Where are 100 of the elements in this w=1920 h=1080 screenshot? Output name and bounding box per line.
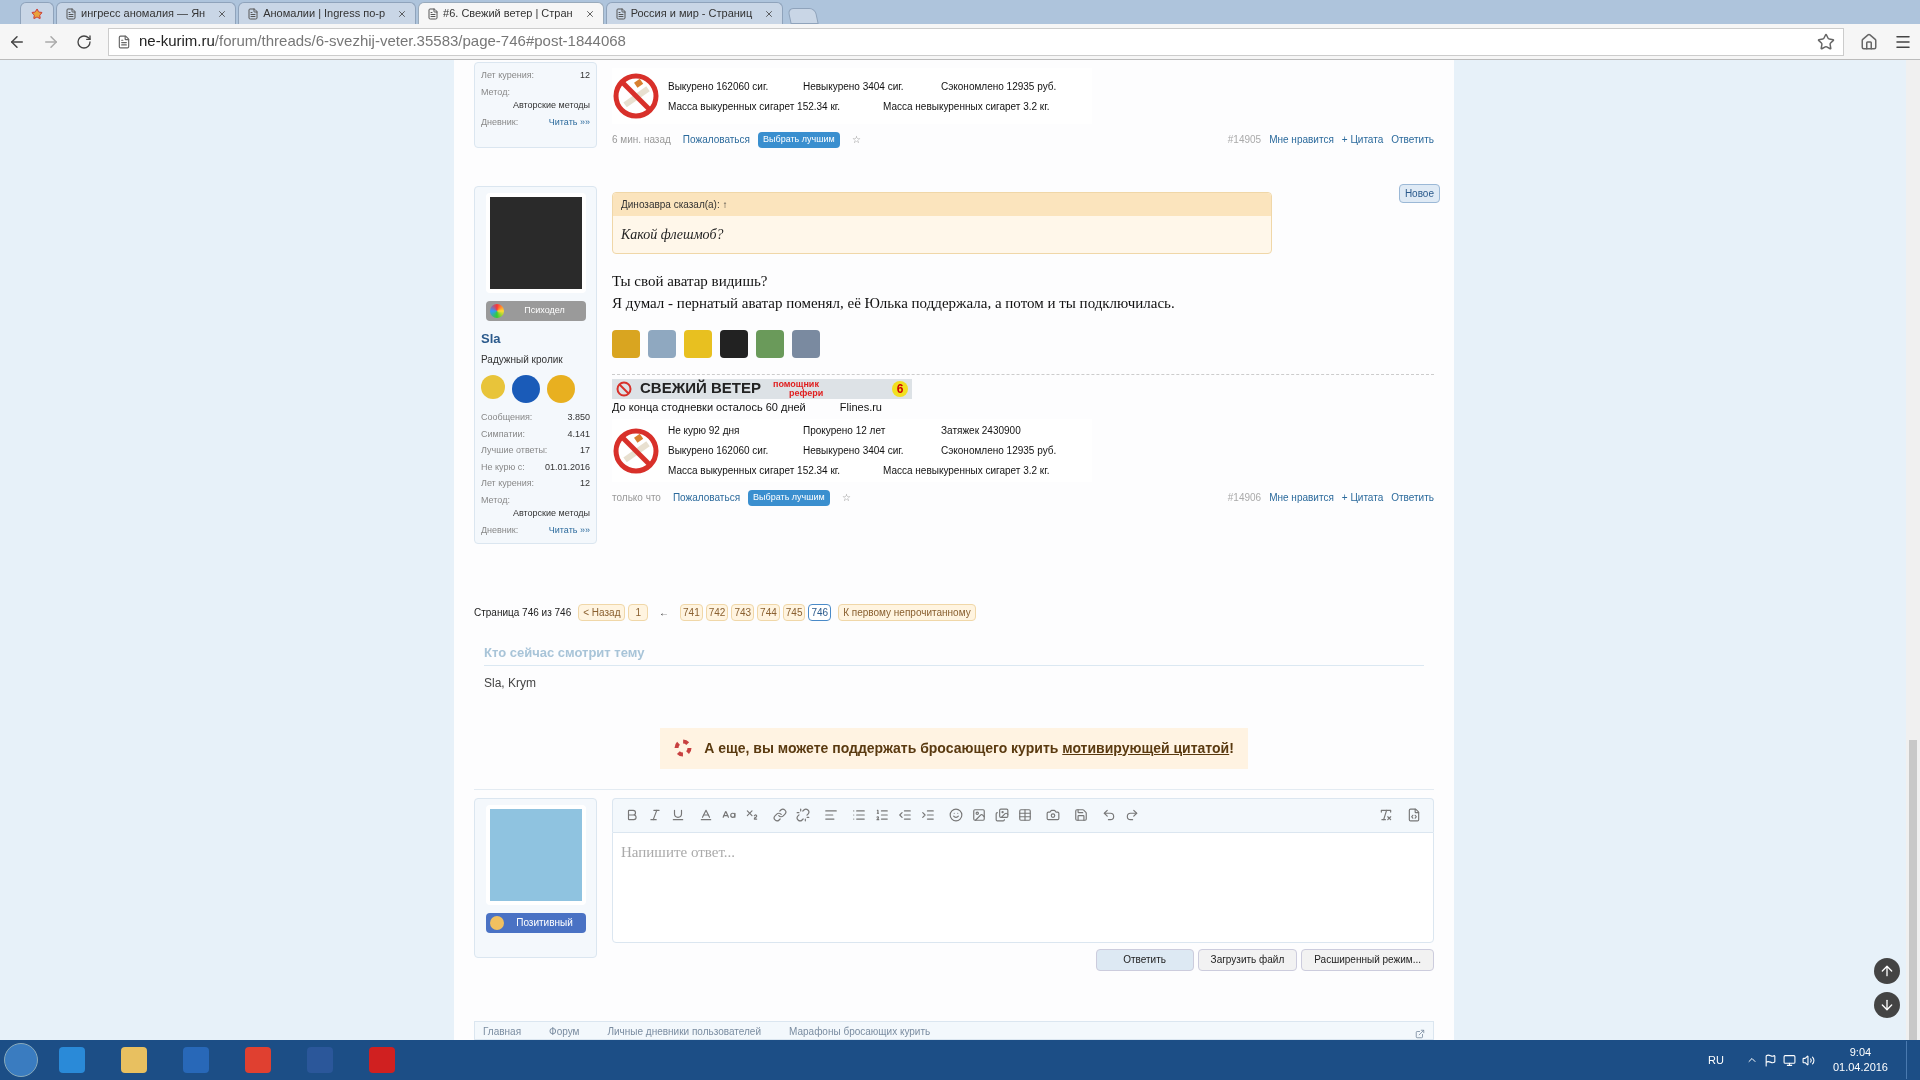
message-text: Ты свой аватар видишь? (612, 271, 769, 291)
toolbar-icon[interactable] (1046, 808, 1060, 822)
footer-link[interactable]: Марафоны бросающих курить (789, 1024, 931, 1039)
toolbar-icon[interactable] (824, 808, 838, 822)
page-button[interactable]: 745 (782, 604, 806, 621)
editor-button[interactable]: Расширенный режим... (1301, 948, 1434, 971)
quote-text: Какой флешмоб? (620, 225, 725, 244)
report-link[interactable]: Пожаловаться (682, 132, 750, 148)
footer-link[interactable]: Личные дневники пользователей (607, 1024, 761, 1039)
first-unread-button[interactable]: К первому непрочитанному (838, 604, 976, 621)
home-button[interactable] (1860, 32, 1878, 51)
stat-label: Лет курения: (481, 69, 535, 82)
close-icon[interactable] (764, 8, 775, 19)
toolbar-icon[interactable] (1102, 808, 1116, 822)
browser-tab[interactable] (20, 2, 54, 24)
rank-badge: Позитивный (485, 912, 586, 933)
clear-format-icon[interactable] (1379, 808, 1393, 822)
footer-link[interactable]: Главная (483, 1024, 522, 1039)
stat-label: Симпатии: (481, 427, 526, 441)
toolbar-icon[interactable] (949, 808, 963, 822)
tab-title: Аномалии | Ingress по-р (263, 6, 386, 22)
toolbar-icon[interactable] (1125, 808, 1139, 822)
toolbar-icon[interactable] (745, 808, 759, 822)
toolbar-icon[interactable] (852, 808, 866, 822)
star-button[interactable]: ☆ (851, 132, 861, 148)
ellipsis-arrow: ← (659, 606, 670, 620)
close-icon[interactable] (217, 8, 228, 19)
scroll-bottom-button[interactable] (1874, 992, 1900, 1018)
toolbar-icon[interactable] (898, 808, 912, 822)
toolbar-icon[interactable] (671, 808, 685, 822)
page-button[interactable]: 744 (757, 604, 780, 621)
toolbar-icon[interactable] (875, 808, 889, 822)
banner-subtitle: рефери (788, 388, 824, 398)
clock-date: 01.04.2016 (1832, 1060, 1888, 1075)
viewers-names: Sla, Krym (484, 674, 537, 692)
no-smoking-icon (616, 380, 632, 397)
user-title: Радужный кролик (481, 353, 564, 367)
page-button[interactable]: 741 (680, 604, 703, 621)
toolbar-icon[interactable] (648, 808, 662, 822)
quote-link[interactable]: + Цитата (1341, 490, 1384, 506)
like-link[interactable]: Мне нравится (1269, 132, 1334, 148)
start-button[interactable] (4, 1043, 38, 1077)
quote-link[interactable]: + Цитата (1341, 132, 1384, 148)
prev-page-button[interactable]: < Назад (578, 604, 626, 621)
star-icon (31, 7, 43, 20)
reply-link[interactable]: Ответить (1391, 490, 1434, 506)
star-button[interactable]: ☆ (841, 490, 851, 506)
browser-tab[interactable]: ингресс аномалия — Ян (56, 2, 237, 24)
signature-stat: Невыкурено 3404 сиг. (803, 79, 905, 94)
page-button[interactable]: 742 (705, 604, 729, 621)
diary-link[interactable]: Читать »» (548, 115, 590, 129)
diary-link[interactable]: Читать »» (548, 523, 590, 537)
url-field[interactable]: ne-kurim.ru/forum/threads/6-svezhij-veter.35583/page-746#post-1844068 (108, 27, 1844, 56)
award-image (648, 329, 676, 358)
close-icon[interactable] (397, 8, 408, 19)
banner-subtitle: помощник (772, 379, 819, 389)
toolbar-icon[interactable] (625, 808, 639, 822)
message-text: Я думал - пернатый аватар поменял, её Юлька поддержала, а потом и ты подключилась. (612, 293, 1176, 313)
stat-label: Метод: (481, 85, 511, 99)
browser-tab[interactable]: Аномалии | Ingress по-р (238, 2, 417, 24)
toolbar-icon[interactable] (921, 808, 935, 822)
source-mode-icon[interactable] (1407, 808, 1421, 822)
toolbar-icon[interactable] (995, 808, 1009, 822)
scroll-top-button[interactable] (1874, 958, 1900, 984)
reload-button[interactable] (76, 33, 92, 50)
toolbar-icon[interactable] (972, 808, 986, 822)
signature-stat: Масса невыкуренных сигарет 3.2 кг. (883, 99, 1051, 114)
footer-link[interactable]: Форум (549, 1024, 580, 1039)
reply-link[interactable]: Ответить (1391, 132, 1434, 148)
report-link[interactable]: Пожаловаться (672, 490, 741, 506)
volume-icon[interactable] (1801, 1053, 1815, 1067)
flag-icon[interactable] (1763, 1053, 1777, 1067)
signature-stat: Масса невыкуренных сигарет 3.2 кг. (883, 464, 1051, 478)
no-smoking-icon (612, 72, 660, 120)
username-link[interactable]: Sla (481, 328, 590, 348)
toolbar-icon[interactable] (1018, 808, 1032, 822)
page-button[interactable]: 1 (628, 604, 649, 621)
browser-tab[interactable]: Россия и мир - Страниц (605, 2, 784, 24)
toolbar-icon[interactable] (699, 808, 713, 822)
bookmark-star-icon[interactable] (1817, 32, 1835, 51)
rank-icon (489, 915, 504, 930)
toolbar-icon[interactable] (1074, 808, 1088, 822)
network-icon[interactable] (1782, 1053, 1796, 1067)
stat-value: Авторские методы (512, 99, 590, 112)
reply-field[interactable]: Напишите ответ... (612, 831, 1434, 943)
like-link[interactable]: Мне нравится (1269, 490, 1334, 506)
editor-button[interactable]: Ответить (1095, 948, 1194, 971)
browser-tab[interactable]: #6. Свежий ветер | Стран (418, 2, 604, 24)
quote-link[interactable]: мотивирующей цитатой (1062, 739, 1230, 756)
toolbar-icon[interactable] (796, 808, 810, 822)
toolbar-icon[interactable] (773, 808, 787, 822)
editor-button[interactable]: Загрузить файл (1197, 948, 1298, 971)
best-answer-button[interactable]: Выбрать лучшим (748, 490, 830, 506)
close-icon[interactable] (584, 8, 595, 19)
stat-value: 17 (580, 444, 590, 457)
page-button[interactable]: 743 (731, 604, 755, 621)
new-badge: Новое (1398, 183, 1440, 203)
best-answer-button[interactable]: Выбрать лучшим (758, 132, 840, 148)
page-button[interactable]: 746 (808, 604, 832, 621)
language-indicator: RU (1708, 1052, 1724, 1068)
